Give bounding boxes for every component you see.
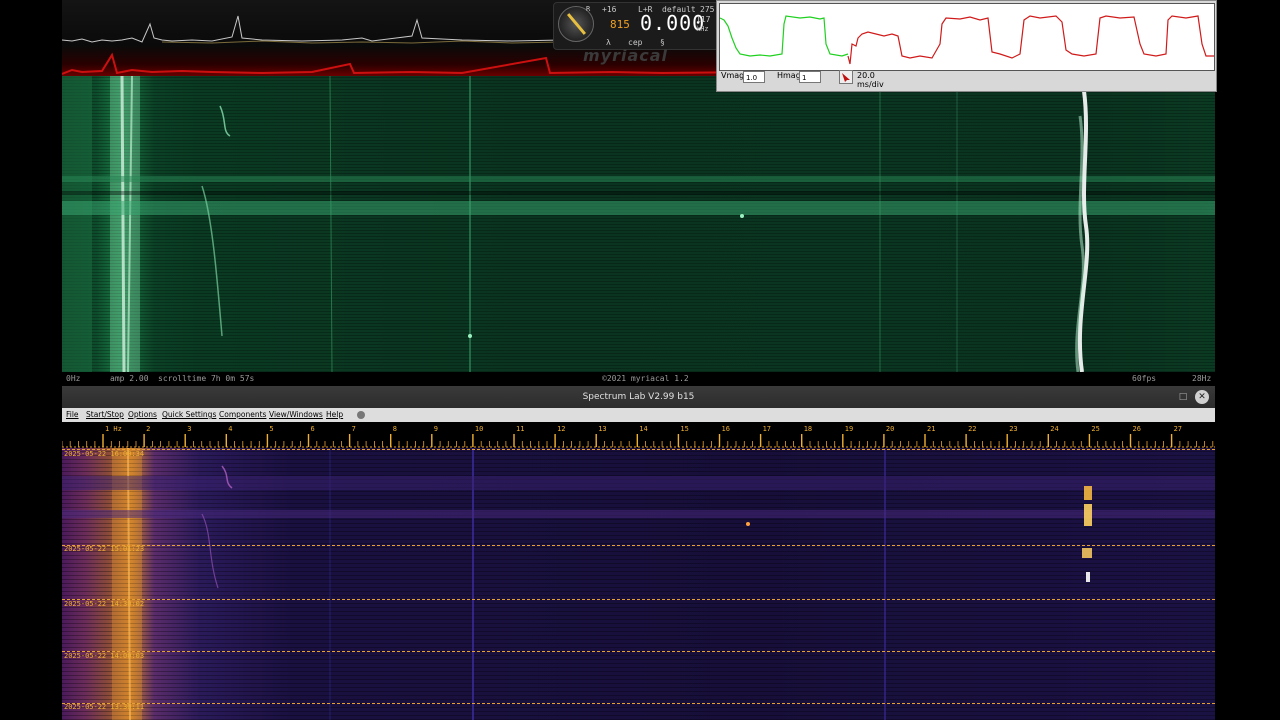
menu-bar: File Start/Stop Options Quick Settings C… bbox=[62, 408, 1215, 422]
ruler-tick-label: 7 bbox=[352, 425, 356, 433]
status-scrolltime: scrolltime 7h 0m 57s bbox=[158, 374, 255, 383]
timestamp-line bbox=[62, 599, 1215, 600]
ruler-tick-label: 25 bbox=[1091, 425, 1099, 433]
device-small-lcd: 815 bbox=[610, 18, 630, 31]
timestamp-label: 2025-05-22 14:30:02 bbox=[64, 600, 145, 608]
hmag-label: Hmag bbox=[777, 71, 801, 80]
ruler-tick-label: 24 bbox=[1050, 425, 1058, 433]
timestamp-label: 2025-05-22 15:01:23 bbox=[64, 545, 145, 553]
window-title: Spectrum Lab V2.99 b15 bbox=[582, 392, 695, 402]
device-brand: myriacal bbox=[583, 46, 669, 65]
timestamp-label: 2025-05-22 13:30:11 bbox=[64, 703, 145, 711]
close-button[interactable]: ✕ bbox=[1195, 390, 1209, 404]
ruler-tick-label: 1 Hz bbox=[105, 425, 122, 433]
ruler-tick-label: 21 bbox=[927, 425, 935, 433]
timestamp-line bbox=[62, 545, 1215, 546]
timestamp-line bbox=[62, 449, 1215, 450]
ruler-tick-label: 26 bbox=[1133, 425, 1141, 433]
oscilloscope-window: Vmag 1.0 Hmag 1 20.0 ms/div bbox=[716, 0, 1217, 92]
ruler-tick-label: 11 bbox=[516, 425, 524, 433]
knob-needle bbox=[566, 13, 587, 35]
device-panel: R +16 L+R default 275 815 0.000 117 kHz … bbox=[553, 2, 719, 50]
ruler-tick-label: 8 bbox=[393, 425, 397, 433]
ruler-tick-label: 2 bbox=[146, 425, 150, 433]
status-amp: amp 2.00 bbox=[110, 374, 149, 383]
menu-start-stop[interactable]: Start/Stop bbox=[86, 408, 124, 422]
scope-timebase: 20.0 ms/div bbox=[857, 71, 884, 89]
scope-trigger-button[interactable] bbox=[839, 70, 853, 84]
timestamp-line bbox=[62, 651, 1215, 652]
device-unit: kHz bbox=[696, 25, 709, 33]
ruler-ticks: 1 Hz 2 3 4 5 6 7 8 9 10 11 12 13 14 15 16 17 18 19 20 21 22 23… bbox=[61, 425, 1215, 448]
ruler-tick-label: 15 bbox=[680, 425, 688, 433]
device-gain: +16 bbox=[602, 5, 617, 14]
timestamp-label: 2025-05-22 14:00:03 bbox=[64, 652, 145, 660]
ruler-tick-label: 5 bbox=[269, 425, 273, 433]
maximize-button[interactable]: □ bbox=[1177, 391, 1189, 403]
ruler-tick-label: 13 bbox=[598, 425, 606, 433]
window-titlebar[interactable]: Spectrum Lab V2.99 b15 □ ✕ bbox=[62, 386, 1215, 408]
menu-help[interactable]: Help bbox=[326, 408, 343, 422]
menu-file[interactable]: File bbox=[66, 408, 79, 422]
frequency-ruler: 1 Hz 2 3 4 5 6 7 8 9 10 11 12 13 14 15 16 17 18 19 20 21 22 23… bbox=[61, 422, 1215, 448]
device-freq-sub: 117 bbox=[696, 15, 711, 24]
timestamp-label: 2025-05-22 16:00:34 bbox=[64, 450, 145, 458]
ruler-tick-label: 14 bbox=[639, 425, 647, 433]
status-freq-min: 0Hz bbox=[66, 374, 81, 383]
status-bar: 0Hz amp 2.00 scrolltime 7h 0m 57s ©2021 … bbox=[62, 372, 1215, 386]
ruler-tick-label: 22 bbox=[968, 425, 976, 433]
menu-view-windows[interactable]: View/Windows bbox=[269, 408, 323, 422]
menu-options[interactable]: Options bbox=[128, 408, 157, 422]
waterfall-purple-features bbox=[62, 448, 1215, 720]
waterfall-purple: 2025-05-22 16:00:34 2025-05-22 15:01:23 … bbox=[62, 448, 1215, 720]
ruler-tick-label: 10 bbox=[475, 425, 483, 433]
status-copyright: ©2021 myriacal 1.2 bbox=[602, 374, 689, 383]
spectrum-lab-window: Spectrum Lab V2.99 b15 □ ✕ File Start/St… bbox=[61, 386, 1215, 720]
vmag-input[interactable]: 1.0 bbox=[743, 71, 765, 83]
ruler-tick-label: 3 bbox=[187, 425, 191, 433]
ruler-tick-label: 16 bbox=[722, 425, 730, 433]
pointer-icon bbox=[842, 73, 850, 82]
scope-trace bbox=[719, 15, 1214, 65]
waterfall-green bbox=[62, 76, 1215, 372]
ruler-tick-label: 20 bbox=[886, 425, 894, 433]
status-indicator-icon bbox=[357, 411, 365, 419]
ruler-tick-label: 18 bbox=[804, 425, 812, 433]
menu-quick-settings[interactable]: Quick Settings bbox=[162, 408, 216, 422]
menu-components[interactable]: Components bbox=[219, 408, 266, 422]
scope-screen bbox=[719, 3, 1215, 71]
ruler-tick-label: 23 bbox=[1009, 425, 1017, 433]
waterfall-green-features bbox=[62, 76, 1215, 372]
timestamp-line bbox=[62, 703, 1215, 704]
ruler-tick-label: 6 bbox=[311, 425, 315, 433]
ruler-tick-label: 27 bbox=[1174, 425, 1182, 433]
status-freq-max: 28Hz bbox=[1192, 374, 1212, 383]
ruler-tick-label: 9 bbox=[434, 425, 438, 433]
knob-label: R bbox=[586, 5, 591, 13]
vmag-label: Vmag bbox=[721, 71, 745, 80]
ruler-tick-label: 12 bbox=[557, 425, 565, 433]
status-fps: 60fps bbox=[1132, 374, 1157, 383]
ruler-tick-label: 17 bbox=[763, 425, 771, 433]
ruler-tick-label: 4 bbox=[228, 425, 232, 433]
ruler-tick-label: 19 bbox=[845, 425, 853, 433]
hmag-input[interactable]: 1 bbox=[799, 71, 821, 83]
